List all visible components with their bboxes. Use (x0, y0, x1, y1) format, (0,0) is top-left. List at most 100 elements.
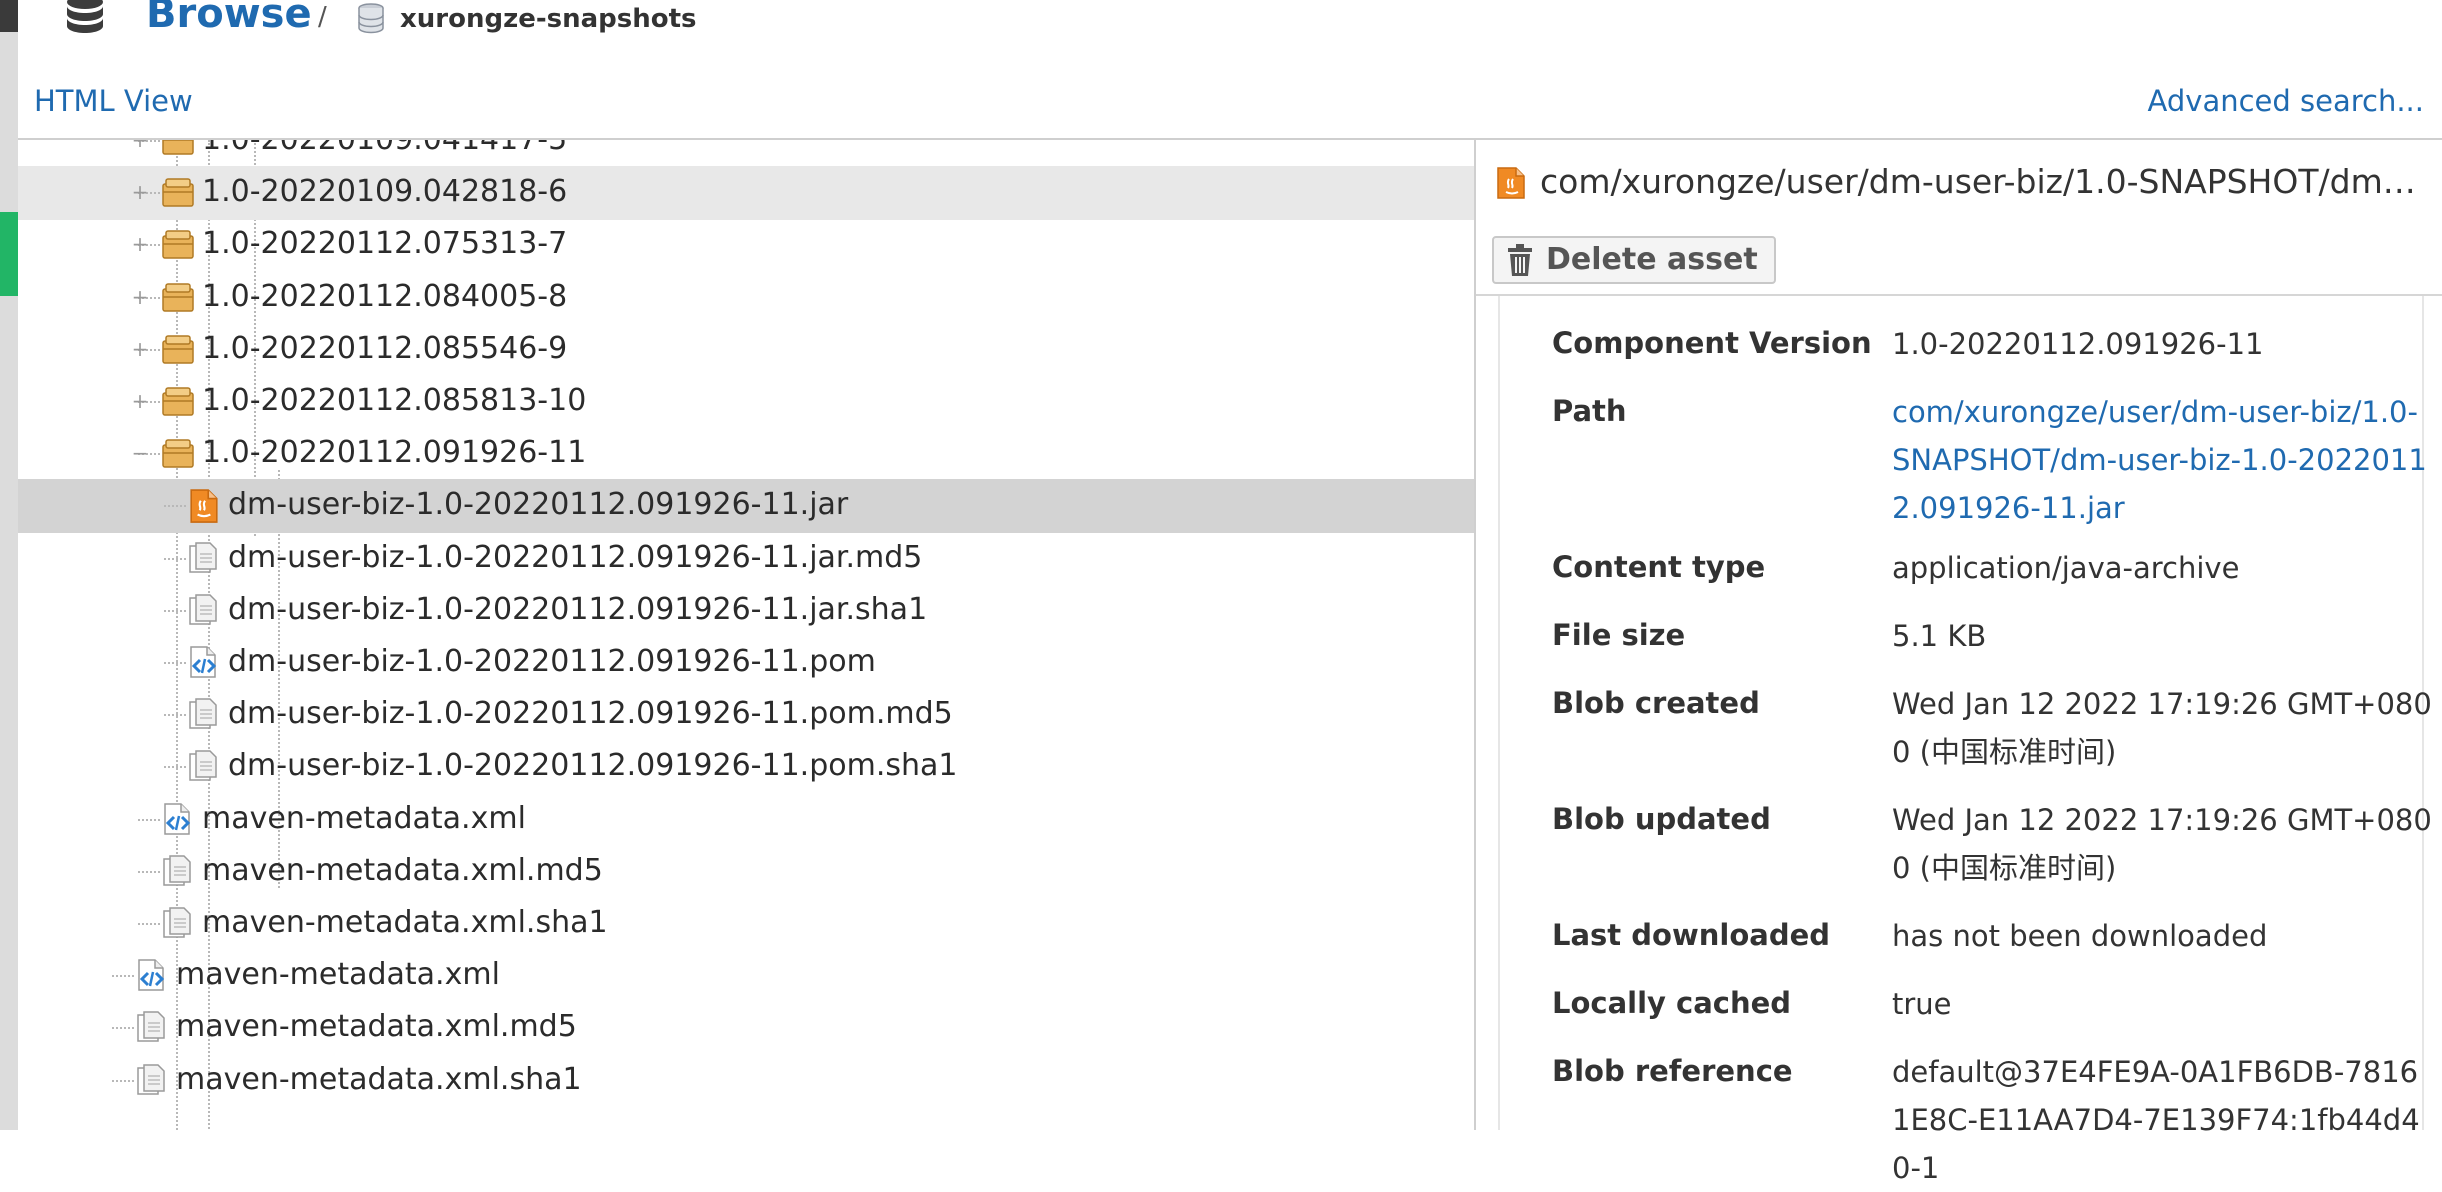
tree-folder-row[interactable]: − 1.0-20220112.091926-11 (18, 427, 1474, 481)
file-icon (188, 541, 220, 574)
database-icon (67, 0, 103, 33)
tree-file-row[interactable]: maven-metadata.xml.md5 (18, 845, 1474, 899)
attribute-value: true (1892, 987, 1952, 1021)
asset-detail-panel: com/xurongze/user/dm-user-biz/1.0-SNAPSH… (1476, 140, 2442, 1185)
html-view-link[interactable]: HTML View (34, 84, 193, 118)
tree-connector (164, 609, 186, 612)
asset-tree[interactable]: +1.0-20220109.041417-5+1.0-20220109.0428… (18, 140, 1474, 1130)
attribute-name: File size (1552, 618, 1686, 652)
attribute-name: Blob updated (1552, 802, 1771, 836)
tree-connector (164, 662, 186, 664)
tree-item-label: 1.0-20220112.084005-8 (202, 278, 568, 314)
xml-file-icon (162, 802, 194, 835)
tree-item-label: dm-user-biz-1.0-20220112.091926-11.jar (228, 487, 849, 523)
tree-item-label: maven-metadata.xml.md5 (202, 852, 603, 888)
asset-title: com/xurongze/user/dm-user-biz/1.0-SNAPSH… (1540, 162, 2420, 201)
tree-file-row[interactable]: dm-user-biz-1.0-20220112.091926-11.jar.s… (18, 584, 1474, 638)
breadcrumb-separator: / (318, 2, 327, 32)
file-icon (188, 698, 220, 730)
advanced-search-link[interactable]: Advanced search... (2148, 84, 2424, 118)
tree-file-row[interactable]: maven-metadata.xml (18, 949, 1474, 1003)
jar-file-icon (188, 489, 220, 524)
attribute-path-link[interactable]: com/xurongze/user/dm-user-biz/1.0-SNAPSH… (1892, 388, 2432, 532)
tree-file-row[interactable]: maven-metadata.xml.sha1 (18, 897, 1474, 951)
rail-active-indicator (0, 212, 18, 296)
folder-icon (162, 228, 194, 260)
tree-file-row[interactable]: maven-metadata.xml.md5 (18, 1001, 1474, 1055)
tree-file-row[interactable]: dm-user-biz-1.0-20220112.091926-11.pom.s… (18, 740, 1474, 794)
page-title[interactable]: Browse (146, 0, 312, 40)
tree-folder-row[interactable]: +1.0-20220112.085546-9 (18, 323, 1474, 377)
browse-toolbar: HTML View Advanced search... (18, 74, 2442, 140)
jar-file-icon (1497, 167, 1525, 199)
tree-item-label: maven-metadata.xml.md5 (176, 1009, 577, 1045)
attribute-value: Wed Jan 12 2022 17:19:26 GMT+0800 (中国标准时… (1892, 803, 2432, 885)
rail-top-block (0, 0, 18, 32)
file-icon (136, 1063, 168, 1096)
delete-asset-label: Delete asset (1546, 242, 1758, 277)
tree-file-row[interactable]: dm-user-biz-1.0-20220112.091926-11.jar.m… (18, 532, 1474, 586)
tree-connector (112, 975, 134, 978)
tree-connector (164, 766, 186, 769)
attribute-value: default@37E4FE9A-0A1FB6DB-78161E8C-E11AA… (1892, 1055, 2420, 1185)
folder-icon (162, 140, 194, 156)
tree-connector (164, 505, 186, 508)
attribute-value: application/java-archive (1892, 551, 2240, 585)
tree-file-row[interactable]: maven-metadata.xml (18, 793, 1474, 847)
tree-item-label: maven-metadata.xml.sha1 (176, 1061, 582, 1097)
delete-asset-button[interactable]: Delete asset (1492, 236, 1776, 284)
tree-folder-row[interactable]: +1.0-20220112.075313-7 (18, 218, 1474, 272)
attribute-value: has not been downloaded (1892, 919, 2268, 953)
tree-folder-row[interactable]: +1.0-20220109.041417-5 (18, 140, 1474, 168)
tree-item-label: 1.0-20220109.042818-6 (202, 174, 568, 210)
tree-file-row[interactable]: dm-user-biz-1.0-20220112.091926-11.jar (18, 479, 1474, 534)
tree-item-label: maven-metadata.xml.sha1 (202, 905, 608, 940)
attribute-value: 1.0-20220112.091926-11 (1892, 327, 2264, 361)
xml-file-icon (136, 959, 168, 991)
browse-header: Browse / xurongze-snapshots (18, 0, 2442, 52)
breadcrumb-repository: xurongze-snapshots (400, 4, 697, 34)
attribute-name: Locally cached (1552, 986, 1792, 1020)
tree-file-row[interactable]: maven-metadata.xml.sha1 (18, 1054, 1474, 1108)
tree-connector (138, 923, 160, 925)
file-icon (162, 855, 194, 887)
tree-folder-row[interactable]: +1.0-20220112.085813-10 (18, 375, 1474, 429)
folder-icon (162, 437, 194, 469)
tree-connector (112, 1027, 134, 1030)
tree-item-label: dm-user-biz-1.0-20220112.091926-11.pom (228, 644, 876, 679)
attribute-name: Last downloaded (1552, 918, 1831, 952)
tree-folder-row[interactable]: +1.0-20220109.042818-6 (18, 166, 1474, 221)
tree-item-label: dm-user-biz-1.0-20220112.091926-11.jar.s… (228, 591, 928, 627)
collapse-icon[interactable]: − (130, 443, 150, 463)
tree-folder-row[interactable]: +1.0-20220112.084005-8 (18, 271, 1474, 325)
attribute-name: Path (1552, 394, 1627, 428)
folder-icon (162, 333, 194, 365)
attribute-name: Component Version (1552, 326, 1872, 360)
tree-file-row[interactable]: dm-user-biz-1.0-20220112.091926-11.pom (18, 636, 1474, 690)
file-icon (162, 907, 194, 939)
expand-icon[interactable]: + (130, 234, 150, 254)
attribute-name: Content type (1552, 550, 1766, 584)
expand-icon[interactable]: + (130, 391, 150, 411)
expand-icon[interactable]: + (130, 140, 150, 150)
tree-item-label: dm-user-biz-1.0-20220112.091926-11.pom.s… (228, 748, 958, 784)
tree-file-row[interactable]: dm-user-biz-1.0-20220112.091926-11.pom.m… (18, 688, 1474, 742)
attribute-value: 5.1 KB (1892, 619, 1987, 653)
file-icon (188, 750, 220, 782)
folder-icon (162, 385, 194, 417)
expand-icon[interactable]: + (130, 182, 150, 202)
folder-icon (162, 176, 194, 208)
tree-connector (112, 1079, 134, 1082)
expand-icon[interactable]: + (130, 287, 150, 307)
tree-item-label: 1.0-20220112.085546-9 (202, 330, 568, 366)
tree-connector (164, 714, 186, 717)
left-rail (0, 0, 18, 1130)
file-icon (188, 594, 220, 626)
tree-item-label: 1.0-20220109.041417-5 (202, 140, 567, 157)
tree-item-label: 1.0-20220112.091926-11 (202, 435, 587, 471)
tree-connector (138, 818, 160, 821)
tree-connector (138, 870, 160, 873)
expand-icon[interactable]: + (130, 339, 150, 359)
attribute-name: Blob reference (1552, 1054, 1793, 1088)
tree-item-label: 1.0-20220112.085813-10 (202, 383, 587, 418)
